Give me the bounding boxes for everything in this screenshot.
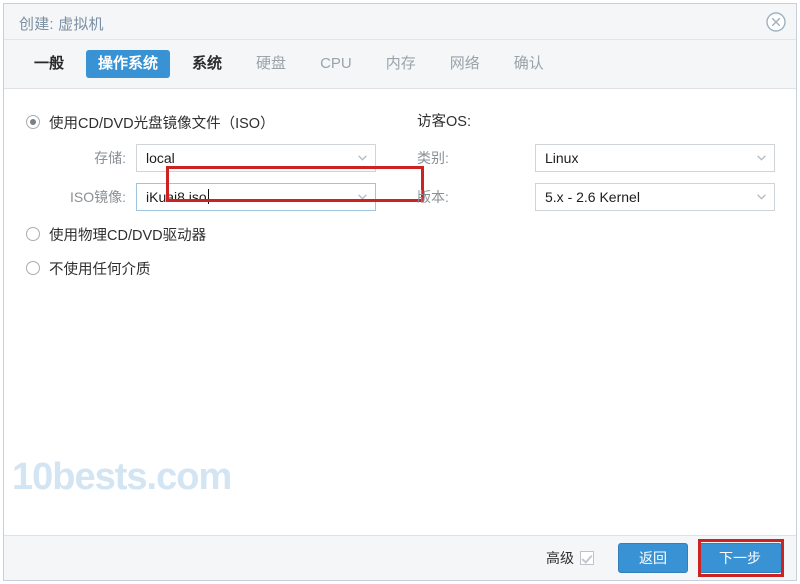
iso-label: ISO镜像: — [69, 189, 126, 205]
chevron-down-icon — [757, 155, 766, 161]
advanced-toggle-group[interactable]: 高级 — [546, 548, 594, 568]
guest-os-group: 访客OS: 类别: Linux 版本: 5.x - 2.6 Kernel — [417, 109, 782, 221]
close-icon[interactable] — [764, 10, 788, 34]
os-version-label: 版本: — [417, 189, 449, 205]
radio-use-iso[interactable] — [26, 115, 40, 129]
radio-label-no-media: 不使用任何介质 — [49, 261, 151, 278]
tab-memory[interactable]: 内存 — [374, 50, 428, 78]
media-source-group: 使用CD/DVD光盘镜像文件（ISO） 存储: local ISO镜像: iKu… — [26, 109, 424, 289]
screenshot-root: 创建: 虚拟机 一般 操作系统 系统 硬盘 CPU 内存 网络 确认 使用CD/… — [0, 0, 800, 584]
radio-physical-drive[interactable] — [26, 227, 40, 241]
dialog-body: 使用CD/DVD光盘镜像文件（ISO） 存储: local ISO镜像: iKu… — [4, 89, 796, 535]
advanced-checkbox[interactable] — [580, 551, 594, 565]
guest-os-heading: 访客OS: — [417, 114, 471, 130]
back-button[interactable]: 返回 — [618, 543, 688, 573]
iso-image-select[interactable]: iKuai8.iso — [136, 183, 376, 211]
chevron-down-icon — [757, 194, 766, 200]
os-version-value: 5.x - 2.6 Kernel — [545, 189, 640, 205]
iso-field-row: ISO镜像: iKuai8.iso — [26, 182, 406, 212]
tab-os[interactable]: 操作系统 — [86, 50, 171, 78]
dialog-title: 创建: 虚拟机 — [19, 16, 104, 33]
tab-general[interactable]: 一般 — [22, 50, 76, 78]
os-type-label: 类别: — [417, 150, 449, 166]
radio-row-physical-drive[interactable]: 使用物理CD/DVD驱动器 — [26, 221, 406, 247]
tab-network[interactable]: 网络 — [438, 50, 492, 78]
radio-row-use-iso[interactable]: 使用CD/DVD光盘镜像文件（ISO） — [26, 109, 406, 135]
storage-select[interactable]: local — [136, 144, 376, 172]
iso-image-text: iKuai8.iso — [146, 189, 207, 205]
chevron-down-icon — [358, 155, 367, 161]
radio-label-use-iso: 使用CD/DVD光盘镜像文件（ISO） — [49, 115, 275, 132]
tab-harddisk[interactable]: 硬盘 — [244, 50, 298, 78]
tab-cpu[interactable]: CPU — [308, 50, 364, 78]
storage-label: 存储: — [94, 150, 126, 166]
advanced-label: 高级 — [546, 550, 574, 566]
iso-image-value: iKuai8.iso — [137, 189, 209, 205]
dialog-footer: 高级 返回 下一步 — [4, 535, 796, 580]
os-version-field-row: 版本: 5.x - 2.6 Kernel — [417, 182, 782, 212]
os-version-select[interactable]: 5.x - 2.6 Kernel — [535, 183, 775, 211]
os-type-select[interactable]: Linux — [535, 144, 775, 172]
storage-field-row: 存储: local — [26, 143, 406, 173]
wizard-tabs: 一般 操作系统 系统 硬盘 CPU 内存 网络 确认 — [4, 40, 796, 89]
chevron-down-icon — [358, 194, 367, 200]
radio-label-physical-drive: 使用物理CD/DVD驱动器 — [49, 227, 207, 244]
radio-row-no-media[interactable]: 不使用任何介质 — [26, 255, 406, 281]
next-button[interactable]: 下一步 — [698, 543, 782, 573]
os-type-field-row: 类别: Linux — [417, 143, 782, 173]
site-watermark: 10bests.com — [12, 456, 232, 498]
storage-value: local — [146, 150, 175, 166]
os-type-value: Linux — [545, 150, 579, 166]
tab-system[interactable]: 系统 — [180, 50, 234, 78]
tab-confirm[interactable]: 确认 — [502, 50, 556, 78]
dialog-titlebar: 创建: 虚拟机 — [4, 4, 796, 40]
radio-no-media[interactable] — [26, 261, 40, 275]
create-vm-dialog: 创建: 虚拟机 一般 操作系统 系统 硬盘 CPU 内存 网络 确认 使用CD/… — [3, 3, 797, 581]
text-cursor — [207, 189, 209, 204]
